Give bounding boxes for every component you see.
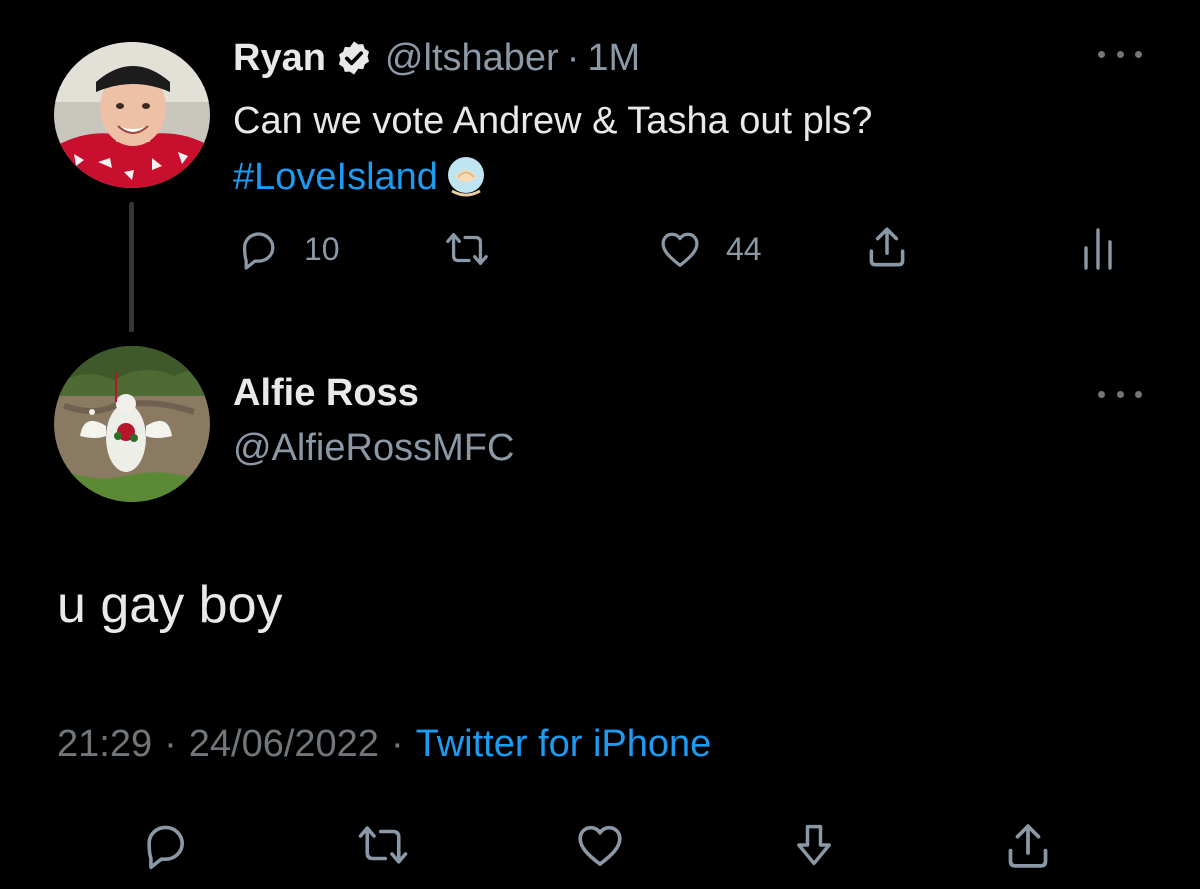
reply-handle[interactable]: @AlfieRossMFC	[233, 427, 514, 470]
parent-hashtag-row: #LoveIsland	[233, 149, 488, 205]
reply-count: 10	[304, 230, 340, 267]
meta-separator: ·	[164, 722, 177, 765]
hashtag-link[interactable]: #LoveIsland	[233, 156, 438, 199]
meta-separator: ·	[390, 722, 404, 765]
view-stats-icon	[1084, 228, 1112, 270]
more-options-icon[interactable]	[1098, 384, 1142, 404]
reply-tweet-text: u gay boy	[57, 576, 283, 634]
parent-tweet-text: Can we vote Andrew & Tasha out pls?	[233, 100, 873, 142]
reply-date[interactable]: 24/06/2022	[189, 723, 379, 766]
reply-display-name[interactable]: Alfie Ross	[233, 372, 419, 415]
avatar-alfie[interactable]	[54, 346, 210, 502]
parent-handle[interactable]: @ltshaber	[385, 37, 559, 80]
retweet-icon	[358, 826, 408, 864]
reply-button[interactable]	[138, 818, 194, 872]
like-icon	[578, 825, 622, 866]
tweet-detail-page: Ryan @ltshaber · 1M Can we vote Andrew &…	[0, 0, 1200, 889]
reply-button[interactable]: 10	[236, 226, 340, 272]
reply-meta-row: 21:29 · 24/06/2022 · Twitter for iPhone	[57, 717, 711, 771]
view-stats-button[interactable]	[1078, 224, 1118, 272]
parent-separator: ·	[566, 36, 580, 79]
share-button[interactable]	[862, 222, 912, 272]
avatar-ryan[interactable]	[54, 42, 210, 188]
reply-time[interactable]: 21:29	[57, 723, 152, 766]
retweet-button[interactable]	[351, 818, 415, 872]
share-icon	[1008, 824, 1048, 868]
bookmark-button[interactable]	[788, 818, 840, 872]
share-icon	[869, 227, 905, 267]
thread-connector-line	[129, 202, 134, 332]
retweet-button[interactable]	[440, 226, 494, 272]
like-button[interactable]	[571, 818, 629, 872]
parent-display-name[interactable]: Ryan	[233, 37, 326, 80]
like-count: 44	[726, 230, 762, 267]
bookmark-icon	[797, 824, 831, 866]
love-island-hashflag-icon	[444, 155, 488, 199]
parent-timestamp[interactable]: 1M	[587, 37, 640, 80]
like-button[interactable]: 44	[656, 226, 762, 272]
reply-icon	[147, 825, 184, 870]
like-icon	[661, 232, 699, 267]
parent-tweet-header: Ryan @ltshaber · 1M	[233, 33, 640, 83]
source-link[interactable]: Twitter for iPhone	[416, 723, 712, 766]
share-button[interactable]	[999, 818, 1057, 874]
reply-icon	[242, 232, 275, 270]
verified-badge-icon	[335, 39, 373, 77]
retweet-icon	[446, 232, 488, 266]
more-options-icon[interactable]	[1098, 44, 1142, 64]
